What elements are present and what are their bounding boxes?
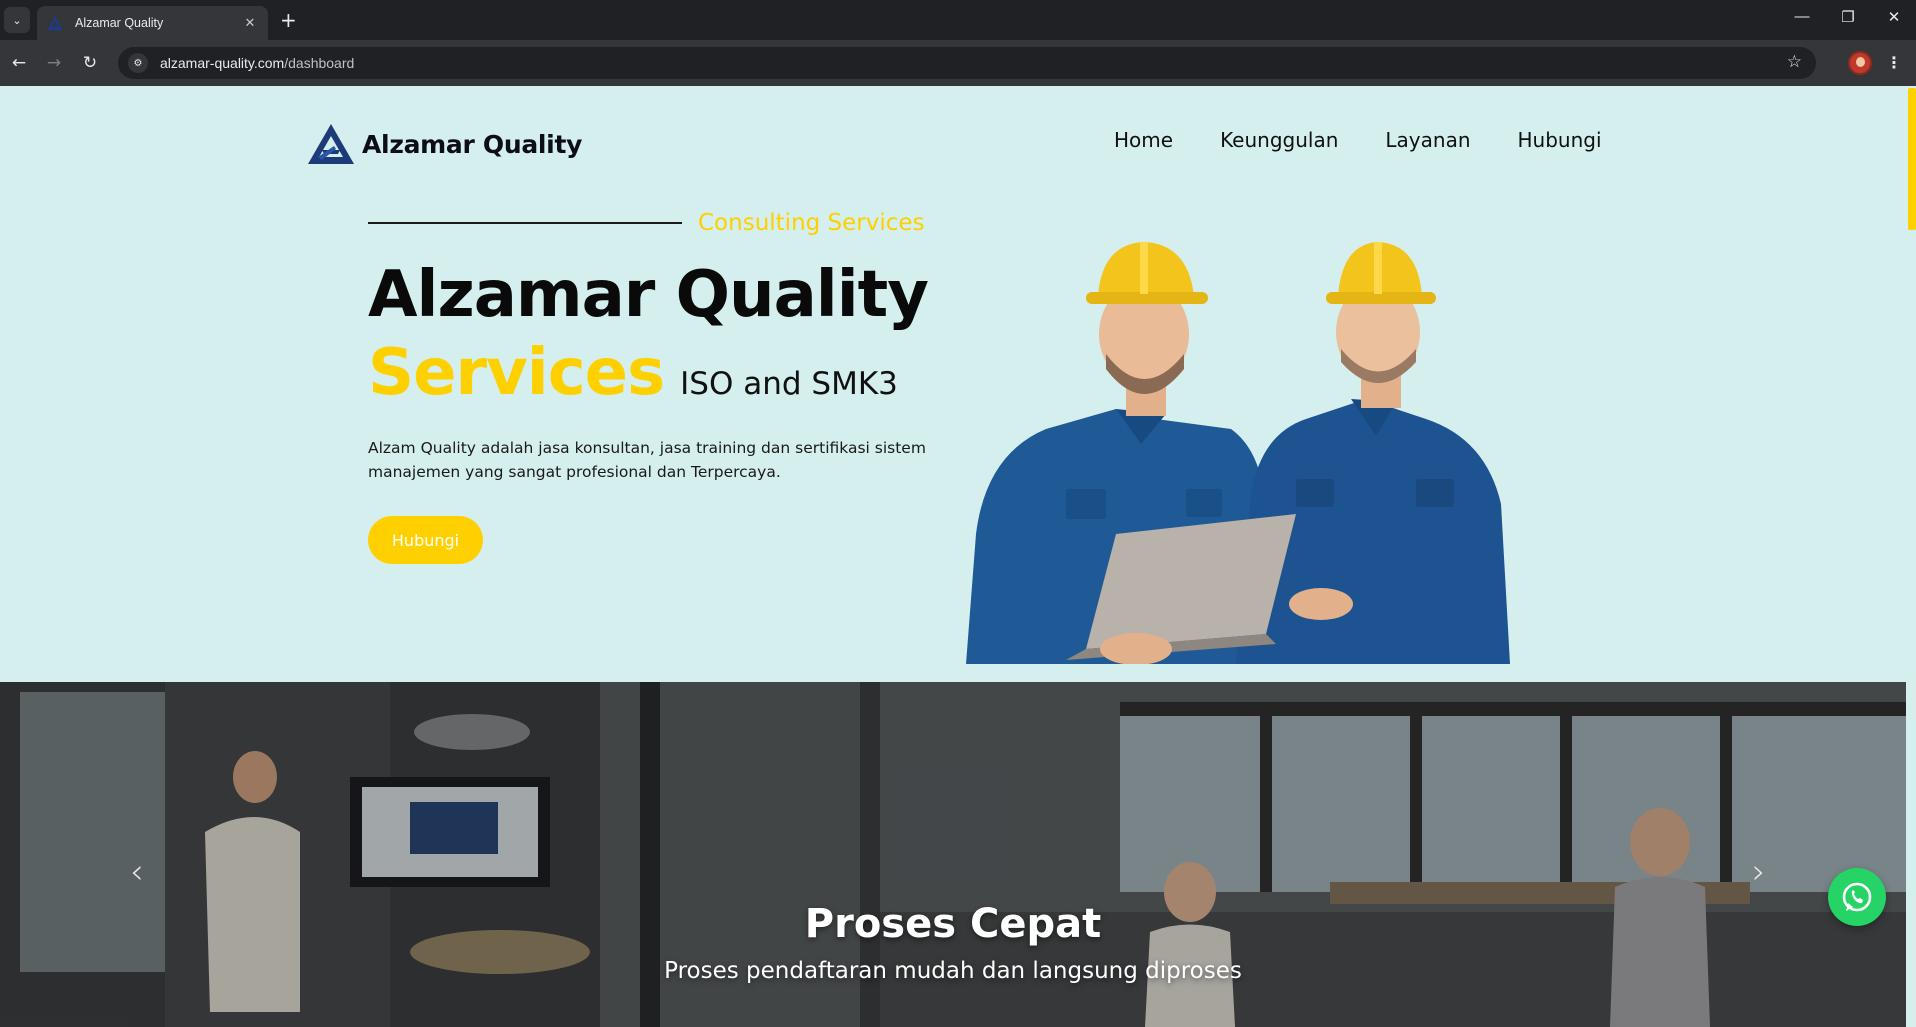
bookmark-star-icon[interactable]: ☆ — [1787, 52, 1802, 72]
window-close-icon[interactable]: ✕ — [1882, 8, 1906, 26]
whatsapp-button[interactable] — [1828, 868, 1886, 926]
nav-home[interactable]: Home — [1114, 128, 1173, 152]
hero-title: Alzamar Quality — [368, 258, 929, 332]
nav-layanan[interactable]: Layanan — [1385, 128, 1470, 152]
address-bar[interactable]: ⚙ alzamar-quality.com/dashboard ☆ — [118, 47, 1816, 79]
reload-icon[interactable]: ↻ — [79, 52, 101, 74]
carousel-next-icon[interactable]: › — [1752, 852, 1766, 892]
forward-icon[interactable]: → — [43, 52, 65, 74]
page-viewport: Alzamar Quality Home Keunggulan Layanan … — [0, 86, 1916, 1027]
favicon — [47, 15, 63, 31]
carousel-prev-icon[interactable]: ‹ — [130, 852, 144, 892]
nav-keunggulan[interactable]: Keunggulan — [1220, 128, 1338, 152]
eyebrow-divider — [368, 222, 682, 224]
hubungi-button[interactable]: Hubungi — [368, 516, 483, 564]
slide-title: Proses Cepat — [804, 901, 1102, 947]
eyebrow-text: Consulting Services — [698, 210, 925, 236]
hero-subtitle-highlight: Services — [368, 336, 665, 410]
scrollbar-thumb[interactable] — [1908, 88, 1916, 230]
browser-tab[interactable]: Alzamar Quality ✕ — [37, 6, 268, 40]
menu-icon[interactable]: ⋮ — [1886, 52, 1902, 74]
page-scrollbar[interactable] — [1907, 86, 1916, 1027]
maximize-icon[interactable]: ❐ — [1836, 8, 1860, 26]
new-tab-icon[interactable]: + — [280, 8, 297, 32]
hero-subtitle-rest: ISO and SMK3 — [680, 366, 898, 402]
hero-workers-image — [966, 242, 1510, 664]
close-icon[interactable]: ✕ — [242, 16, 258, 31]
back-icon[interactable]: ← — [8, 52, 30, 74]
profile-avatar[interactable] — [1848, 51, 1872, 75]
tab-title: Alzamar Quality — [75, 16, 164, 30]
tab-search-icon[interactable]: ⌄ — [4, 7, 30, 33]
minimize-icon[interactable]: — — [1790, 8, 1814, 25]
hero-subtitle: Services ISO and SMK3 — [368, 336, 898, 410]
whatsapp-icon — [1842, 882, 1872, 912]
site-info-icon[interactable]: ⚙ — [128, 53, 148, 73]
brand-name: Alzamar Quality — [362, 129, 583, 159]
site-header: Alzamar Quality Home Keunggulan Layanan … — [0, 86, 1906, 196]
site-logo[interactable]: Alzamar Quality — [308, 124, 582, 164]
hero-eyebrow: Consulting Services — [368, 210, 968, 236]
nav-hubungi[interactable]: Hubungi — [1518, 128, 1602, 152]
main-nav: Home Keunggulan Layanan Hubungi — [1114, 128, 1649, 152]
browser-toolbar: ← → ↻ ⚙ alzamar-quality.com/dashboard ☆ … — [0, 40, 1916, 86]
url-text[interactable]: alzamar-quality.com/dashboard — [160, 55, 354, 71]
browser-tab-bar: ⌄ Alzamar Quality ✕ + — ❐ ✕ — [0, 0, 1916, 40]
logo-icon — [308, 124, 354, 164]
hero-description: Alzam Quality adalah jasa konsultan, jas… — [368, 439, 926, 481]
slide-text: Proses pendaftaran mudah dan langsung di… — [664, 958, 1242, 984]
